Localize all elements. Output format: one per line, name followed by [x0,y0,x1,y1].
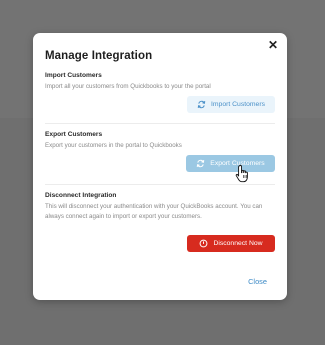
disconnect-button-label: Disconnect Now [213,240,263,247]
modal-title: Manage Integration [45,50,153,62]
import-heading: Import Customers [45,72,102,79]
export-heading: Export Customers [45,131,103,138]
import-description: Import all your customers from Quickbook… [45,83,211,90]
export-section: Export Customers Export your customers i… [45,131,277,151]
disconnect-description: This will disconnect your authentication… [45,203,263,220]
divider [45,123,275,124]
sync-icon [196,159,205,168]
disconnect-heading: Disconnect Integration [45,192,117,199]
import-section: Import Customers Import all your custome… [45,72,277,92]
divider [45,184,275,185]
hand-cursor-icon [235,164,251,184]
disconnect-now-button[interactable]: Disconnect Now [187,235,275,252]
sync-icon [197,100,206,109]
close-button[interactable]: Close [248,277,267,286]
export-customers-button[interactable]: Export Customers [186,155,275,172]
export-description: Export your customers in the portal to Q… [45,142,182,149]
close-icon[interactable]: ✕ [268,39,278,51]
import-button-label: Import Customers [210,101,265,108]
disconnect-section: Disconnect Integration This will disconn… [45,192,277,221]
import-customers-button[interactable]: Import Customers [187,96,275,113]
power-icon [199,239,208,248]
